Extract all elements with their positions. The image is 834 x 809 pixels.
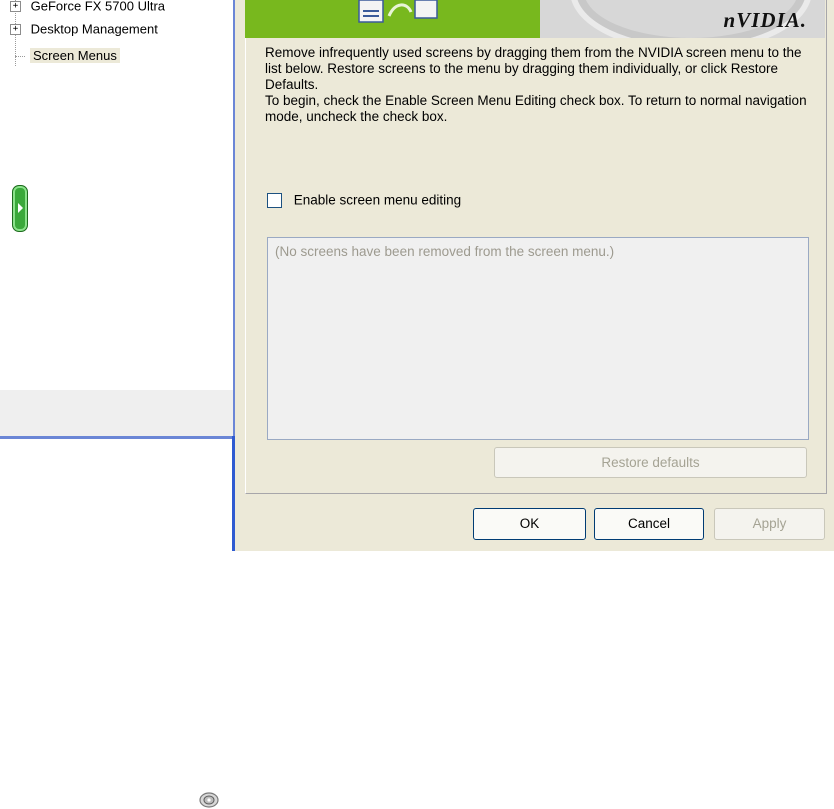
screen-menu-graphic-icon (358, 0, 438, 23)
apply-button[interactable]: Apply (714, 508, 825, 540)
tree-item-label: Desktop Management (30, 21, 158, 37)
tree-item-label: GeForce FX 5700 Ultra (30, 0, 166, 14)
enable-editing-checkbox[interactable] (267, 192, 282, 208)
removed-screens-list[interactable]: (No screens have been removed from the s… (267, 237, 809, 440)
tree-item-desktop-management[interactable]: + Desktop Management (10, 20, 158, 38)
tree-item-screen-menus[interactable]: Screen Menus (30, 46, 120, 64)
ok-button[interactable]: OK (473, 508, 586, 540)
cancel-button[interactable]: Cancel (594, 508, 704, 540)
instructions-paragraph: Remove infrequently used screens by drag… (265, 45, 802, 92)
nvidia-logo: nVIDIA. (540, 0, 825, 38)
navigation-tree-panel: + GeForce FX 5700 Ultra + Desktop Manage… (0, 0, 236, 808)
instructions-text: Remove infrequently used screens by drag… (265, 45, 810, 125)
expand-icon[interactable]: + (10, 24, 21, 36)
instructions-paragraph: To begin, check the Enable Screen Menu E… (265, 93, 807, 124)
enable-editing-label[interactable]: Enable screen menu editing (294, 192, 461, 207)
expand-icon[interactable]: + (10, 1, 21, 13)
tree-item-label: Screen Menus (30, 47, 120, 63)
restore-defaults-button[interactable]: Restore defaults (494, 447, 807, 478)
enable-editing-checkbox-row[interactable]: Enable screen menu editing (267, 192, 461, 208)
nvidia-logo-text: nVIDIA. (723, 8, 807, 32)
header-banner: nVIDIA. (245, 0, 825, 38)
tree-panel-footer (0, 390, 233, 808)
tree-item-geforce[interactable]: + GeForce FX 5700 Ultra (10, 0, 165, 15)
pin-icon[interactable] (199, 791, 219, 809)
collapse-panel-handle[interactable] (12, 185, 28, 232)
removed-screens-empty-text: (No screens have been removed from the s… (275, 244, 615, 259)
tree-connector-branch (15, 56, 25, 57)
